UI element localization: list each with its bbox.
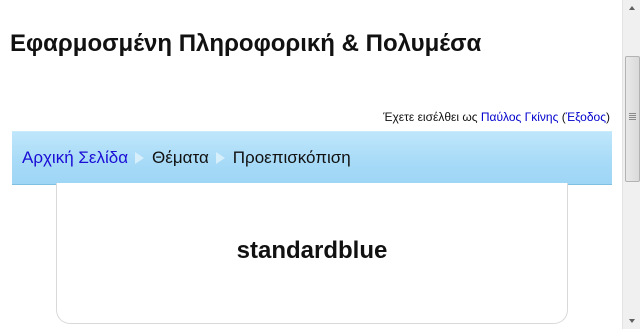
- user-profile-link[interactable]: Παύλος Γκίνης: [481, 110, 559, 124]
- arrow-up-icon[interactable]: [623, 0, 640, 17]
- breadcrumb-current: Προεπισκόπιση: [232, 148, 351, 167]
- logout-close-paren: ): [606, 110, 610, 124]
- arrow-down-icon[interactable]: [623, 312, 640, 329]
- breadcrumb: Αρχική Σελίδα Θέματα Προεπισκόπιση: [22, 148, 351, 168]
- theme-name-heading: standardblue: [236, 237, 388, 264]
- breadcrumb-home-link[interactable]: Αρχική Σελίδα: [22, 148, 128, 168]
- scrollbar-thumb[interactable]: [625, 56, 640, 182]
- login-info: Έχετε εισέλθει ως Παύλος Γκίνης (Έξοδος): [383, 110, 610, 124]
- logout-link[interactable]: Έξοδος: [566, 110, 606, 124]
- triangle-right-icon: [215, 152, 225, 164]
- page-viewport: Εφαρμοσμένη Πληροφορική & Πολυμέσα Έχετε…: [0, 0, 622, 329]
- triangle-right-icon: [135, 152, 145, 164]
- navigation-bar: Αρχική Σελίδα Θέματα Προεπισκόπιση: [12, 131, 612, 185]
- site-title: Εφαρμοσμένη Πληροφορική & Πολυμέσα: [10, 30, 482, 57]
- breadcrumb-themes: Θέματα: [152, 148, 209, 167]
- logout-open-paren: (: [558, 110, 566, 124]
- grip-icon: [629, 113, 636, 114]
- vertical-scrollbar[interactable]: [622, 0, 640, 329]
- login-prefix: Έχετε εισέλθει ως: [383, 110, 481, 124]
- theme-preview-box: standardblue: [56, 183, 568, 324]
